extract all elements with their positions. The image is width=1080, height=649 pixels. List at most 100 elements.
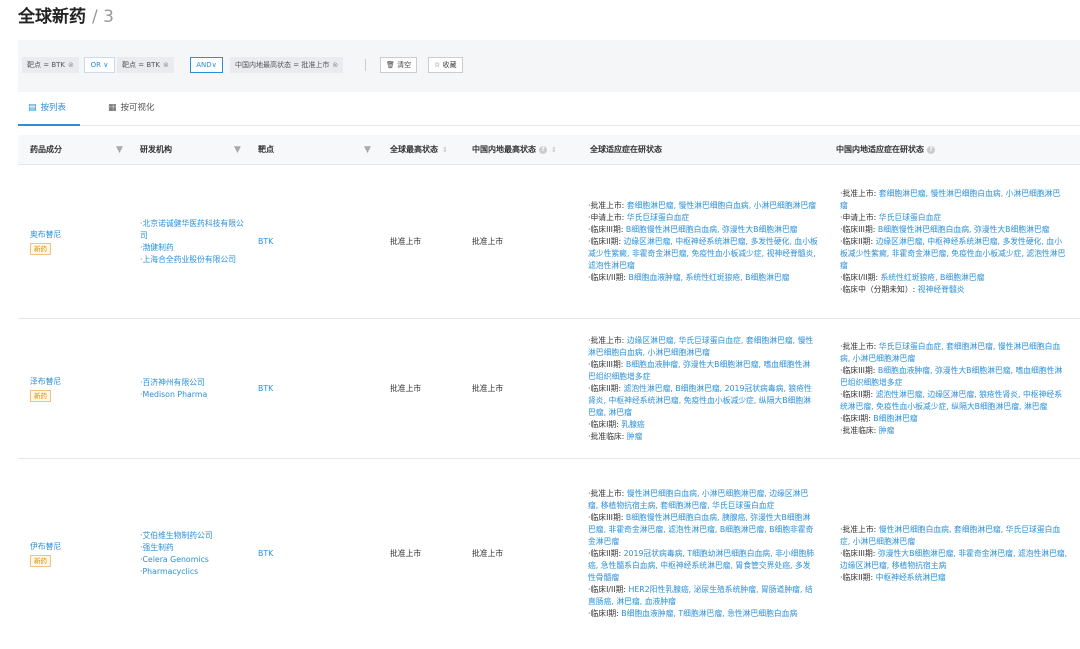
clear-button[interactable]: 🗑 清空 [380,57,418,73]
filter-chip-cn-status[interactable]: 中国内地最高状态 = 批准上市 ⊗ [230,57,344,73]
global-status: 批准上市 [390,384,422,393]
col-header-cn-status[interactable]: 中国内地最高状态? ⇕ [472,135,557,165]
drug-name-link[interactable]: 奥布替尼 [30,229,120,241]
target-link[interactable]: BTK [258,319,273,459]
filter-icon[interactable]: ▼ [116,135,123,165]
table-header: 药品成分 ▼ 研发机构 ▼ 靶点 ▼ 全球最高状态 ⇕ 中国内地最高状态? ⇕ 全球适应症… [18,135,1080,165]
org-link[interactable]: ·Celera Genomics [140,554,244,566]
org-link[interactable]: ·Medison Pharma [140,389,244,401]
indication-line: ·临床I/II期: HER2阳性乳腺癌, 泌尿生殖系统肿瘤, 胃肠道肿瘤, 结直… [588,585,813,606]
new-drug-badge: 新药 [30,555,51,567]
col-label: 全球最高状态 [390,145,438,154]
target-link[interactable]: BTK [258,165,273,319]
org-link[interactable]: ·百济神州有限公司 [140,377,244,389]
drug-cell: 奥布替尼 新药 [30,165,120,319]
org-link[interactable]: ·艾伯维生物制药公司 [140,530,244,542]
col-label: 研发机构 [140,145,172,154]
indication-line: ·临床II期: 边缘区淋巴瘤, 中枢神经系统淋巴瘤, 多发性硬化, 血小板减少性… [588,237,818,270]
col-header-target[interactable]: 靶点 ▼ [258,135,371,165]
remove-filter-icon[interactable]: ⊗ [163,61,169,69]
indication-line: ·临床II期: 滤泡性淋巴瘤, 边缘区淋巴瘤, 狼疮性肾炎, 中枢神经系统淋巴瘤… [840,390,1062,411]
indication-line: ·临床II期: 中枢神经系统淋巴瘤 [840,573,946,582]
tab-list[interactable]: ▤ 按列表 [18,100,80,126]
filter-icon[interactable]: ▼ [234,135,241,165]
table-row: 奥布替尼 新药 ·北京诺诚健华医药科技有限公司 ·渤健制药 ·上海合全药业股份有… [18,165,1080,319]
indication-line: ·临床III期: B细胞慢性淋巴细胞白血病, 胰腺癌, 弥漫性大B细胞淋巴瘤, … [588,513,814,546]
filter-chip-target-1[interactable]: 靶点 = BTK ⊗ [22,57,79,73]
filter-icon[interactable]: ▼ [364,135,371,165]
col-label: 全球适应症在研状态 [590,145,662,154]
indication-line: ·批准上市: 套细胞淋巴瘤, 慢性淋巴细胞白血病, 小淋巴细胞淋巴瘤 [588,201,817,210]
table-row: 伊布替尼 新药 ·艾伯维生物制药公司 ·强生制药 ·Celera Genomic… [18,459,1080,649]
drug-name-link[interactable]: 泽布替尼 [30,376,120,388]
trash-icon: 🗑 [386,61,395,69]
divider [365,59,366,71]
col-header-global-status[interactable]: 全球最高状态 ⇕ [390,135,448,165]
target-link[interactable]: BTK [258,459,273,649]
filter-chip-label: 靶点 = BTK [27,61,65,69]
list-icon: ▤ [28,103,37,113]
table-row: 泽布替尼 新药 ·百济神州有限公司 ·Medison Pharma BTK 批准… [18,319,1080,459]
indication-line: ·临床I期: B细胞血液肿瘤, T细胞淋巴瘤, 急性淋巴细胞白血病 [588,609,798,618]
drug-cell: 伊布替尼 新药 [30,459,120,649]
org-cell: ·艾伯维生物制药公司 ·强生制药 ·Celera Genomics ·Pharm… [140,459,244,649]
col-header-global-indications: 全球适应症在研状态 [590,135,662,165]
filter-chip-target-2[interactable]: 靶点 = BTK ⊗ [117,57,174,73]
org-link[interactable]: ·北京诺诚健华医药科技有限公司 [140,218,244,242]
indication-line: ·临床II期: 边缘区淋巴瘤, 中枢神经系统淋巴瘤, 多发性硬化, 血小板减少性… [840,237,1066,270]
cn-indications: ·批准上市: 慢性淋巴细胞白血病, 套细胞淋巴瘤, 华氏巨球蛋白血症, 小淋巴细… [840,459,1068,649]
indication-line: ·临床III期: B细胞慢性淋巴细胞白血病, 弥漫性大B细胞淋巴瘤 [588,225,798,234]
indication-line: ·批准上市: 慢性淋巴细胞白血病, 小淋巴细胞淋巴瘤, 边缘区淋巴瘤, 移植物抗… [588,489,809,510]
org-link[interactable]: ·渤健制药 [140,242,244,254]
remove-filter-icon[interactable]: ⊗ [332,61,338,69]
or-operator-select[interactable]: OR ∨ [84,57,115,73]
col-label: 中国内地适应症在研状态 [836,145,924,154]
indication-line: ·临床III期: 弥漫性大B细胞淋巴瘤, 非霍奇金淋巴瘤, 滤泡性淋巴瘤, 边缘… [840,549,1068,570]
org-link[interactable]: ·强生制药 [140,542,244,554]
view-tabs: ▤ 按列表 ▦ 按可视化 [18,100,1080,126]
global-indications: ·批准上市: 慢性淋巴细胞白血病, 小淋巴细胞淋巴瘤, 边缘区淋巴瘤, 移植物抗… [588,459,818,649]
help-icon[interactable]: ? [927,145,935,154]
indication-line: ·批准上市: 套细胞淋巴瘤, 慢性淋巴细胞白血病, 小淋巴细胞淋巴瘤 [840,189,1061,210]
star-icon: ☆ [434,61,441,69]
org-cell: ·百济神州有限公司 ·Medison Pharma [140,319,244,459]
indication-line: ·申请上市: 华氏巨球蛋白血症 [588,213,690,222]
org-link[interactable]: ·上海合全药业股份有限公司 [140,254,244,266]
col-label: 药品成分 [30,145,62,154]
indication-line: ·批准上市: 边缘区淋巴瘤, 华氏巨球蛋白血症, 套细胞淋巴瘤, 慢性淋巴细胞白… [588,336,814,357]
help-icon[interactable]: ? [539,145,547,154]
clear-label: 清空 [397,61,412,69]
indication-line: ·临床II期: 2019冠状病毒病, T细胞幼淋巴细胞白血病, 非小细胞肺癌, … [588,549,815,582]
global-indications: ·批准上市: 边缘区淋巴瘤, 华氏巨球蛋白血症, 套细胞淋巴瘤, 慢性淋巴细胞白… [588,319,818,459]
favorite-button[interactable]: ☆ 收藏 [428,57,463,73]
indication-line: ·临床I/II期: B细胞血液肿瘤, 系统性红斑狼疮, B细胞淋巴瘤 [588,273,790,282]
remove-filter-icon[interactable]: ⊗ [68,61,74,69]
sort-icon[interactable]: ⇕ [551,146,557,154]
cn-indications: ·批准上市: 套细胞淋巴瘤, 慢性淋巴细胞白血病, 小淋巴细胞淋巴瘤 ·申请上市… [840,165,1068,319]
drug-cell: 泽布替尼 新药 [30,319,120,459]
indication-line: ·临床I/II期: 系统性红斑狼疮, B细胞淋巴瘤 [840,273,985,282]
org-link[interactable]: ·Pharmacyclics [140,566,244,578]
page-title: 全球新药 / 3 [18,6,114,28]
indication-line: ·临床II期: 滤泡性淋巴瘤, B细胞淋巴瘤, 2019冠状病毒病, 狼疮性肾炎… [588,384,812,417]
result-count: / 3 [92,7,114,27]
col-header-org[interactable]: 研发机构 ▼ [140,135,241,165]
filter-bar: 靶点 = BTK ⊗ OR ∨ 靶点 = BTK ⊗ AND∨ 中国内地最高状态 =… [18,40,1080,92]
indication-line: ·批准临床: 肿瘤 [840,426,895,435]
indication-line: ·申请上市: 华氏巨球蛋白血症 [840,213,942,222]
col-header-drug[interactable]: 药品成分 ▼ [30,135,123,165]
sort-icon[interactable]: ⇕ [442,146,448,154]
tab-label: 按列表 [40,103,67,113]
global-status: 批准上市 [390,237,422,246]
tab-visualization[interactable]: ▦ 按可视化 [108,100,155,126]
global-indications: ·批准上市: 套细胞淋巴瘤, 慢性淋巴细胞白血病, 小淋巴细胞淋巴瘤 ·申请上市… [588,165,818,319]
favorite-label: 收藏 [442,61,457,69]
indication-line: ·临床I期: B细胞淋巴瘤 [840,414,918,423]
indication-line: ·临床III期: B细胞慢性淋巴细胞白血病, 弥漫性大B细胞淋巴瘤 [840,225,1050,234]
drug-name-link[interactable]: 伊布替尼 [30,541,120,553]
indication-line: ·临床I期: 乳腺癌 [588,420,645,429]
and-operator-select[interactable]: AND∨ [190,57,223,73]
cn-status: 批准上市 [472,384,504,393]
indication-line: ·批准上市: 华氏巨球蛋白血症, 套细胞淋巴瘤, 慢性淋巴细胞白血病, 小淋巴细… [840,342,1061,363]
indication-line: ·临床中（分期未知）: 视神经脊髓炎 [840,285,965,294]
